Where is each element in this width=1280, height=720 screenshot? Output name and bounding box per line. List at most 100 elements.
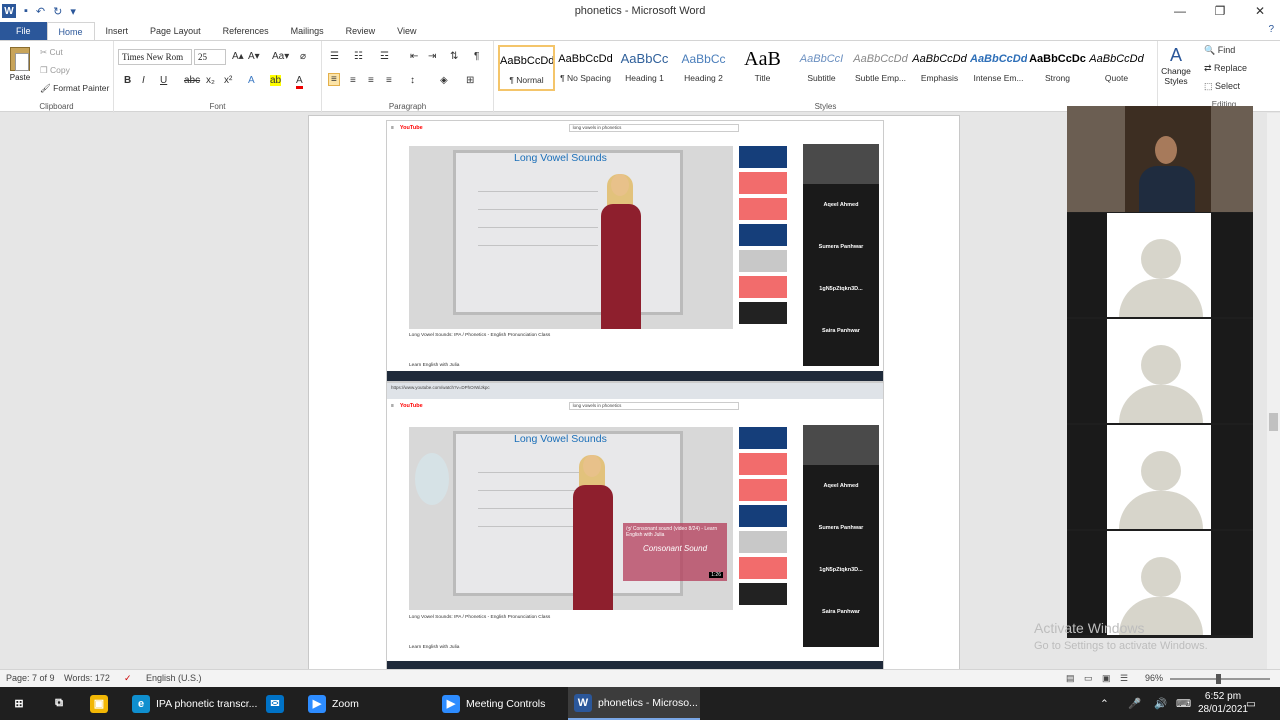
notifications-icon[interactable]: ▭ [1246, 687, 1256, 720]
taskbar-meeting-controls[interactable]: ▶ Meeting Controls [442, 687, 562, 720]
bullets-icon[interactable]: ☰ [330, 51, 339, 62]
underline-button[interactable]: U [160, 75, 167, 86]
task-view-icon: ⧉ [55, 697, 63, 709]
customize-qat-icon[interactable]: ▾ [70, 5, 76, 18]
style-title[interactable]: AaB Title [734, 45, 791, 91]
store-button[interactable]: ▣ [90, 687, 114, 720]
zoom-level[interactable]: 96% [1145, 673, 1163, 683]
zoom-slider[interactable] [1170, 674, 1270, 684]
tab-view[interactable]: View [386, 22, 427, 40]
tray-chevron-icon[interactable]: ⌃ [1100, 687, 1109, 720]
align-center-icon[interactable]: ≡ [350, 75, 356, 86]
grow-font-icon[interactable]: A▴ [232, 51, 244, 62]
copy-button[interactable]: ❐ Copy [40, 65, 70, 76]
align-right-icon[interactable]: ≡ [368, 75, 374, 86]
find-label: Find [1217, 45, 1236, 55]
style-preview: AaBbCcDd [912, 53, 967, 65]
taskbar-word[interactable]: Wphonetics - Microso... [568, 687, 700, 720]
tab-file[interactable]: File [0, 22, 47, 40]
show-formatting-icon[interactable]: ¶ [474, 51, 479, 62]
format-painter-button[interactable]: 🖌 Format Painter [40, 83, 109, 94]
line-spacing-icon[interactable]: ↕ [410, 75, 415, 86]
style-emphasis[interactable]: AaBbCcDd Emphasis [911, 45, 968, 91]
zoom-slider-thumb[interactable] [1216, 674, 1221, 684]
close-button[interactable]: ✕ [1240, 0, 1280, 22]
tab-insert[interactable]: Insert [95, 22, 140, 40]
superscript-button[interactable]: x² [224, 75, 232, 86]
style-normal[interactable]: AaBbCcDd ¶ Normal [498, 45, 555, 91]
youtube-logo: YouTube [399, 403, 423, 409]
multilevel-list-icon[interactable]: ☲ [380, 51, 389, 62]
subscript-button[interactable]: x₂ [206, 75, 215, 86]
text-effects-icon[interactable]: A [248, 75, 255, 86]
bold-button[interactable]: B [124, 75, 131, 86]
font-name-box[interactable]: Times New Rom [118, 49, 192, 65]
save-icon[interactable]: ▪ [24, 5, 28, 17]
taskbar-zoom[interactable]: ▶ Zoom [308, 687, 428, 720]
justify-icon[interactable]: ≡ [386, 75, 392, 86]
font-color-icon[interactable]: A [296, 75, 303, 89]
style-no-spacing[interactable]: AaBbCcDd ¶ No Spacing [557, 45, 614, 91]
proofing-icon[interactable]: ✓ [124, 673, 132, 684]
style-heading-1[interactable]: AaBbCc Heading 1 [616, 45, 673, 91]
scroll-thumb[interactable] [1269, 413, 1278, 431]
help-icon[interactable]: ? [1268, 24, 1274, 35]
print-layout-icon[interactable]: ▤ [1066, 673, 1075, 684]
page-count[interactable]: Page: 7 of 9 [6, 673, 55, 683]
minimize-button[interactable]: — [1160, 0, 1200, 22]
web-layout-icon[interactable]: ▣ [1102, 673, 1111, 684]
shading-icon[interactable]: ◈ [440, 75, 448, 86]
undo-icon[interactable]: ↶ [36, 5, 45, 18]
select-button[interactable]: ⬚ Select [1204, 81, 1240, 92]
replace-button[interactable]: ⇄ Replace [1204, 63, 1247, 74]
system-clock[interactable]: 6:52 pm 28/01/2021 [1198, 690, 1248, 716]
style-intense-emphasis[interactable]: AaBbCcDd Intense Em... [970, 45, 1027, 91]
tab-references[interactable]: References [212, 22, 280, 40]
maximize-button[interactable]: ❐ [1200, 0, 1240, 22]
decrease-indent-icon[interactable]: ⇤ [410, 51, 418, 62]
participant-name: Aqeel Ahmed [823, 483, 859, 489]
vertical-scrollbar[interactable] [1267, 113, 1280, 669]
volume-icon[interactable]: 🔊 [1154, 687, 1167, 720]
change-case-icon[interactable]: Aa▾ [272, 51, 289, 62]
tab-review[interactable]: Review [335, 22, 387, 40]
document-page[interactable]: ≡ YouTube long vowels in phonetics Long … [308, 115, 960, 669]
font-size-box[interactable]: 25 [194, 49, 226, 65]
highlight-icon[interactable]: ab [270, 75, 282, 86]
word-count[interactable]: Words: 172 [64, 673, 110, 683]
sort-icon[interactable]: ⇅ [450, 51, 458, 62]
style-strong[interactable]: AaBbCcDc Strong [1029, 45, 1086, 91]
language-icon[interactable]: ⌨ [1176, 687, 1191, 720]
outline-icon[interactable]: ☰ [1120, 673, 1128, 684]
taskbar-mail[interactable]: ✉ [266, 687, 290, 720]
language[interactable]: English (U.S.) [146, 673, 202, 683]
tab-mailings[interactable]: Mailings [280, 22, 335, 40]
align-left-icon[interactable]: ≡ [328, 73, 340, 86]
paste-button[interactable]: Paste [6, 47, 34, 82]
tab-home[interactable]: Home [46, 22, 95, 40]
microphone-icon[interactable]: 🎤 [1128, 687, 1141, 720]
redo-icon[interactable]: ↻ [53, 5, 62, 18]
format-painter-label: Format Painter [53, 83, 110, 93]
taskbar-edge[interactable]: e IPA phonetic transcr... [132, 687, 260, 720]
change-styles-button[interactable]: A Change Styles [1158, 45, 1194, 86]
menu-icon: ≡ [391, 125, 394, 131]
increase-indent-icon[interactable]: ⇥ [428, 51, 436, 62]
style-heading-2[interactable]: AaBbCc Heading 2 [675, 45, 732, 91]
style-quote[interactable]: AaBbCcDd Quote [1088, 45, 1145, 91]
borders-icon[interactable]: ⊞ [466, 75, 474, 86]
shrink-font-icon[interactable]: A▾ [248, 51, 260, 62]
task-view-button[interactable]: ⧉ [50, 687, 74, 720]
find-button[interactable]: 🔍 Find [1204, 45, 1235, 56]
style-subtle-emphasis[interactable]: AaBbCcDd Subtle Emp... [852, 45, 909, 91]
clear-formatting-icon[interactable]: ⌀ [300, 51, 306, 62]
italic-button[interactable]: I [142, 75, 145, 86]
taskbar-label: phonetics - Microso... [598, 696, 698, 709]
style-subtitle[interactable]: AaBbCcI Subtitle [793, 45, 850, 91]
cut-button[interactable]: ✂ Cut [40, 47, 63, 58]
numbering-icon[interactable]: ☷ [354, 51, 363, 62]
full-screen-icon[interactable]: ▭ [1084, 673, 1093, 684]
strikethrough-button[interactable]: abc [184, 75, 200, 86]
start-button[interactable]: ⊞ [10, 687, 34, 720]
tab-page-layout[interactable]: Page Layout [139, 22, 212, 40]
